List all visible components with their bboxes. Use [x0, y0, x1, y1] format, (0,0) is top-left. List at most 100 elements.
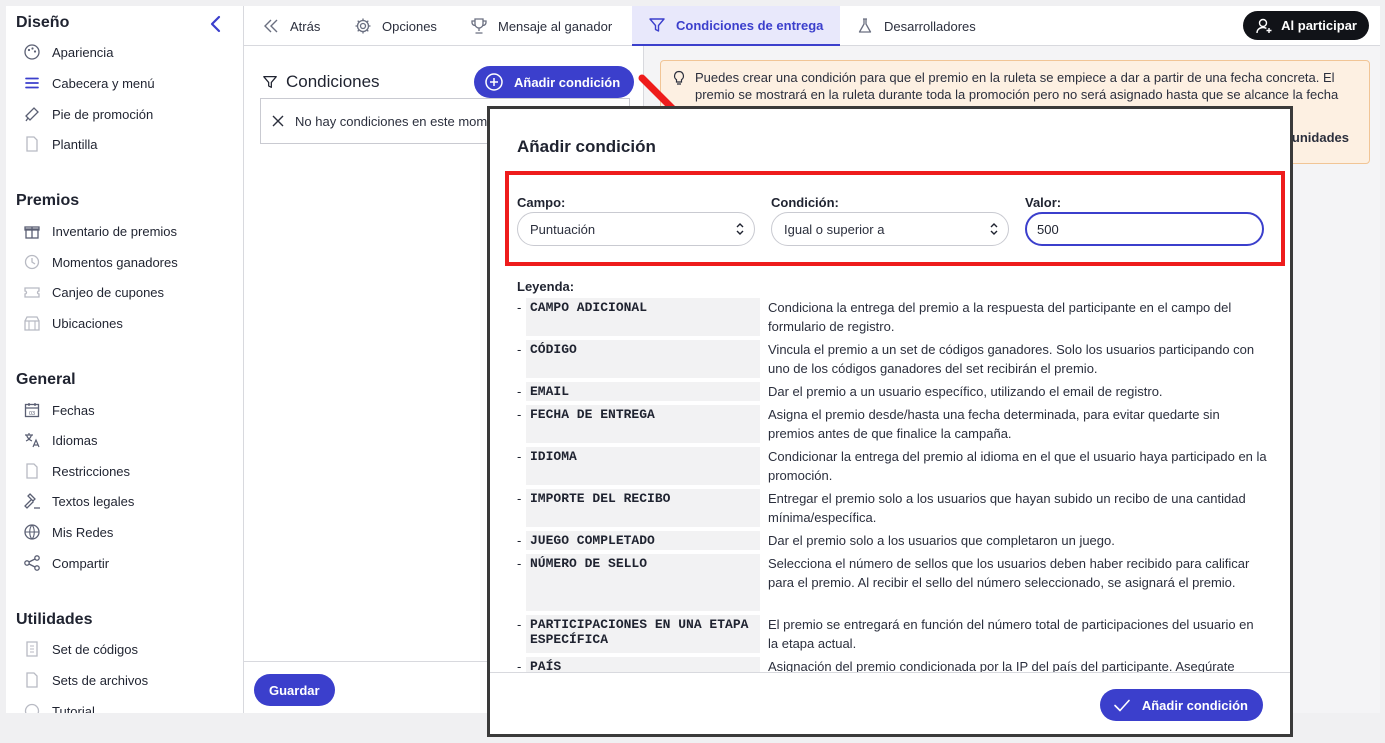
condition-label: Condición: — [771, 195, 839, 210]
tab-label: Atrás — [290, 18, 321, 34]
legend-desc: Selecciona el número de sellos que los u… — [768, 556, 1250, 590]
legend-key: FECHA DE ENTREGA — [526, 405, 760, 443]
sidebar-item-label: Pie de promoción — [52, 106, 154, 122]
sidebar-item-ubicaciones[interactable]: Ubicaciones — [22, 312, 123, 334]
close-icon — [271, 114, 285, 128]
legend-row: - PAÍS Asignación del premio condicionada … — [517, 657, 1267, 672]
translate-icon — [22, 430, 42, 450]
user-plus-icon — [1255, 17, 1273, 35]
megaphone-icon — [22, 104, 42, 124]
sidebar-item-apariencia[interactable]: Apariencia — [22, 41, 113, 63]
sidebar-item-label: Inventario de premios — [52, 223, 178, 239]
legend-desc: Entregar el premio solo a los usuarios q… — [768, 491, 1246, 525]
sidebar-section-title: General — [16, 371, 76, 388]
tab-opciones[interactable]: Opciones — [354, 6, 437, 46]
calendar-icon: 03 — [22, 400, 42, 420]
sidebar-item-textos-legales[interactable]: Textos legales — [22, 490, 134, 512]
legend-desc: Condiciona la entrega del premio a la re… — [768, 300, 1232, 334]
sidebar-item-restricciones[interactable]: Restricciones — [22, 460, 130, 482]
sidebar-item-sets-archivos[interactable]: Sets de archivos — [22, 669, 148, 691]
sidebar-section-title: Diseño — [16, 14, 70, 31]
add-condition-button[interactable]: Añadir condición — [474, 66, 635, 98]
legend-title: Leyenda: — [517, 279, 575, 294]
sidebar-section-title: Premios — [16, 192, 80, 209]
legend-dash: - — [517, 342, 522, 357]
legend-key: PARTICIPACIONES EN UNA ETAPA ESPECÍFICA — [526, 615, 760, 653]
svg-text:03: 03 — [29, 411, 35, 417]
trophy-icon — [470, 17, 488, 35]
top-tab-bar: Atrás Opciones Mensaje al ganador Condic… — [244, 6, 1380, 46]
double-chevron-left-icon — [262, 17, 280, 35]
participate-button[interactable]: Al participar — [1243, 11, 1369, 40]
sidebar-section-title: Utilidades — [16, 611, 93, 628]
tab-mensaje-ganador[interactable]: Mensaje al ganador — [470, 6, 612, 46]
field-label: Campo: — [517, 195, 566, 210]
sidebar-item-label: Textos legales — [52, 493, 135, 509]
legend-dash: - — [517, 384, 522, 399]
sidebar-item-inventario[interactable]: Inventario de premios — [22, 220, 177, 242]
sidebar-item-label: Restricciones — [52, 463, 131, 479]
sidebar-item-idiomas[interactable]: Idiomas — [22, 429, 98, 451]
sidebar-item-fechas[interactable]: 03 Fechas — [22, 399, 95, 421]
legend-dash: - — [517, 556, 522, 571]
gear-icon — [354, 17, 372, 35]
gavel-icon — [22, 491, 42, 511]
legend-dash: - — [517, 617, 522, 632]
document-icon — [22, 134, 42, 154]
legend-desc: Condicionar la entrega del premio al idi… — [768, 449, 1267, 483]
sidebar-item-pie[interactable]: Pie de promoción — [22, 103, 153, 125]
legend-key: CAMPO ADICIONAL — [526, 298, 760, 336]
sidebar-item-label: Tutorial — [52, 703, 95, 714]
condition-select-value: Igual o superior a — [784, 221, 885, 237]
tab-desarrolladores[interactable]: Desarrolladores — [856, 6, 976, 46]
sidebar-item-set-codigos[interactable]: Set de códigos — [22, 638, 138, 660]
select-arrows-icon — [990, 223, 998, 235]
value-input[interactable] — [1025, 212, 1264, 246]
legend-row: - IDIOMA Condicionar la entrega del premio… — [517, 447, 1267, 485]
sidebar-item-label: Compartir — [52, 555, 110, 571]
collapse-sidebar-icon[interactable] — [206, 14, 226, 34]
sidebar-item-label: Mis Redes — [52, 524, 114, 540]
field-select[interactable]: Puntuación — [517, 212, 755, 246]
sidebar-item-canjeo[interactable]: Canjeo de cupones — [22, 281, 164, 303]
legend-key: EMAIL — [526, 382, 760, 401]
participate-label: Al participar — [1281, 18, 1357, 33]
tab-atras[interactable]: Atrás — [262, 6, 320, 46]
coupon-icon — [22, 282, 42, 302]
sidebar-item-plantilla[interactable]: Plantilla — [22, 133, 98, 155]
conditions-heading: Condiciones — [262, 72, 380, 92]
legend-row: - NÚMERO DE SELLO Selecciona el número de … — [517, 554, 1267, 611]
check-icon — [1112, 695, 1132, 715]
sidebar-item-label: Canjeo de cupones — [52, 284, 165, 300]
sidebar-item-label: Sets de archivos — [52, 672, 149, 688]
tab-condiciones-entrega[interactable]: Condiciones de entrega — [632, 6, 840, 46]
gift-icon — [22, 221, 42, 241]
submit-add-condition-button[interactable]: Añadir condición — [1099, 689, 1263, 721]
info-text: Puedes crear una condición para que el p… — [695, 70, 1339, 102]
legend-dash: - — [517, 533, 522, 548]
condition-select[interactable]: Igual o superior a — [771, 212, 1009, 246]
clock-icon — [22, 252, 42, 272]
save-button[interactable]: Guardar — [254, 674, 335, 706]
plus-circle-icon — [484, 72, 504, 92]
legend-key: JUEGO COMPLETADO — [526, 531, 760, 550]
legend-row: - JUEGO COMPLETADO Dar el premio solo a lo… — [517, 531, 1267, 550]
sidebar-item-momentos[interactable]: Momentos ganadores — [22, 251, 178, 273]
sidebar-item-compartir[interactable]: Compartir — [22, 552, 109, 574]
info-tail: unidades — [1291, 130, 1349, 145]
sidebar-item-cabecera[interactable]: Cabecera y menú — [22, 72, 155, 94]
field-select-value: Puntuación — [530, 221, 596, 237]
modal-footer: Añadir condición — [490, 672, 1290, 734]
legend-key: IMPORTE DEL RECIBO — [526, 489, 760, 527]
sidebar-item-mis-redes[interactable]: Mis Redes — [22, 521, 113, 543]
sidebar-item-tutorial[interactable]: Tutorial — [22, 700, 95, 713]
legend-key: CÓDIGO — [526, 340, 760, 378]
filter-icon — [648, 16, 666, 34]
share-icon — [22, 553, 42, 573]
tab-label: Opciones — [382, 18, 437, 34]
legend-desc: Dar el premio solo a los usuarios que co… — [768, 533, 1115, 548]
legend-key: PAÍS — [526, 657, 760, 672]
sidebar-item-label: Fechas — [52, 402, 95, 418]
legend-key: IDIOMA — [526, 447, 760, 485]
sidebar-item-label: Ubicaciones — [52, 315, 123, 331]
